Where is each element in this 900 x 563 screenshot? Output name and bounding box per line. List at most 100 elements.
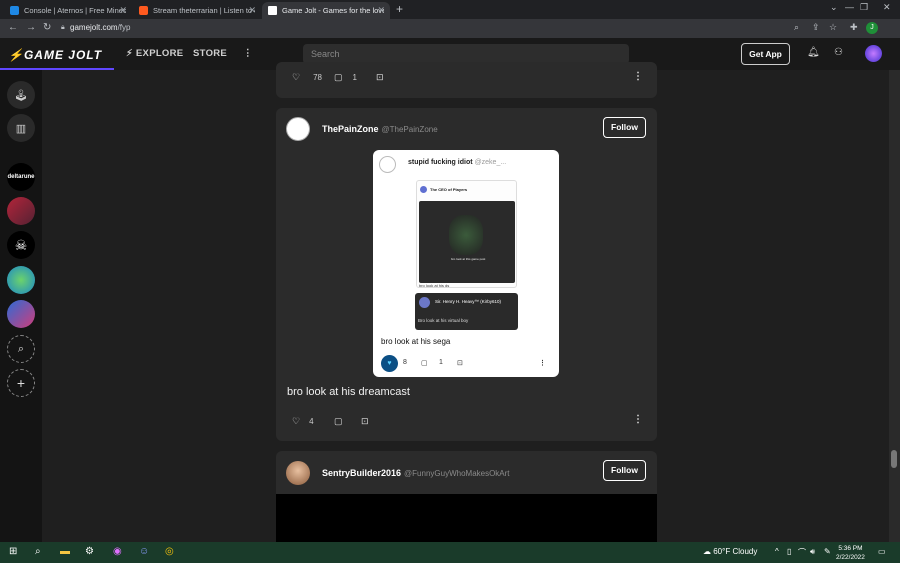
- reload-icon[interactable]: ↻: [43, 22, 51, 33]
- nested-dark-screenshot: bro look at this game post: [419, 201, 515, 283]
- gamejolt-logo[interactable]: ⚡GAME JOLT: [8, 48, 102, 62]
- nav-store[interactable]: STORE: [193, 48, 227, 59]
- more-options-icon[interactable]: ⋮: [633, 414, 643, 425]
- like-button[interactable]: ♡ 78: [292, 72, 322, 83]
- avatar[interactable]: [286, 461, 310, 485]
- minimize-icon[interactable]: —: [845, 2, 854, 12]
- url-domain: gamejolt.com: [70, 23, 118, 32]
- nested-graphic: [449, 215, 483, 255]
- chevron-down-icon[interactable]: ⌄: [830, 2, 838, 13]
- username: SentryBuilder2016: [322, 468, 402, 478]
- new-tab-button[interactable]: +: [396, 2, 403, 16]
- bell-icon[interactable]: 🔔︎: [807, 47, 820, 58]
- nested-small-text: bro look at this game post: [451, 257, 486, 261]
- embed-comment-count: 1: [439, 359, 443, 366]
- nested-username: Sir. Henry H. Heavy™ (Kirby610): [435, 299, 502, 304]
- sidebar-community-skull[interactable]: ☠: [7, 231, 35, 259]
- chrome-icon[interactable]: ◎: [165, 546, 174, 557]
- nested-post-2: Sir. Henry H. Heavy™ (Kirby610) Bro look…: [415, 293, 518, 330]
- battery-icon[interactable]: ▯: [787, 547, 791, 556]
- search-input[interactable]: Search: [303, 44, 629, 64]
- comment-button[interactable]: ▢: [334, 416, 343, 427]
- file-explorer-icon[interactable]: ▬: [60, 546, 70, 557]
- notifications-icon[interactable]: ▭: [878, 547, 886, 556]
- avatar[interactable]: [286, 117, 310, 141]
- maximize-icon[interactable]: ❐: [860, 2, 868, 13]
- sidebar-community-globe[interactable]: [7, 266, 35, 294]
- post-image[interactable]: stupid fucking idiot @zeke_... The CEO of…: [373, 150, 559, 377]
- tab-stream[interactable]: Stream theterrarian | Listen to e ✕: [133, 2, 261, 19]
- post-author[interactable]: ThePainZone @ThePainZone: [322, 124, 438, 134]
- heart-icon: ♡: [292, 416, 301, 426]
- clock-time: 5:36 PM: [838, 545, 863, 552]
- joystick-icon: 🕹︎: [14, 89, 28, 102]
- windows-start-icon[interactable]: ⊞: [9, 546, 17, 557]
- nested-title: The CEO of Players: [430, 187, 468, 192]
- search-icon[interactable]: ⌕: [35, 546, 41, 557]
- logo-text: GAME JOLT: [23, 48, 103, 62]
- weather-widget[interactable]: ☁︎ 60°F Cloudy: [703, 547, 757, 556]
- post-author[interactable]: SentryBuilder2016 @FunnyGuyWhoMakesOkArt: [322, 468, 510, 478]
- follow-button[interactable]: Follow: [603, 460, 646, 481]
- profile-avatar[interactable]: J: [866, 22, 878, 34]
- url-path: /fyp: [117, 23, 131, 32]
- back-icon[interactable]: ←: [8, 22, 18, 33]
- user-avatar[interactable]: [865, 45, 882, 62]
- steam-icon[interactable]: ⚙: [85, 546, 94, 557]
- sticker-button[interactable]: ⊡: [376, 72, 384, 83]
- sidebar-add-community[interactable]: +: [7, 369, 35, 397]
- aternos-favicon: [10, 6, 19, 15]
- address-bar-row: ← → ↻ 🔒︎ gamejolt.com/fyp ⌕ ⇪ ☆ ✚ J: [0, 19, 900, 38]
- sidebar-community-deltarune[interactable]: deltarune: [7, 163, 35, 191]
- lock-icon: 🔒︎: [61, 24, 65, 31]
- scroll-thumb[interactable]: [891, 450, 897, 468]
- more-options-icon[interactable]: ⋮: [633, 71, 643, 82]
- tab-gamejolt[interactable]: Game Jolt - Games for the love o ✕: [262, 2, 390, 19]
- embed-username: stupid fucking idiot: [408, 159, 473, 166]
- embed-handle: @zeke_...: [474, 159, 507, 166]
- tab-title: Console | Aternos | Free Minecraft: [24, 6, 126, 15]
- comment-icon: ▢: [421, 360, 428, 367]
- friends-icon[interactable]: ⚇: [834, 47, 843, 58]
- close-icon[interactable]: ✕: [377, 5, 385, 16]
- close-window-icon[interactable]: ✕: [883, 2, 891, 13]
- forward-icon[interactable]: →: [26, 22, 36, 33]
- sidebar-community[interactable]: [7, 197, 35, 225]
- share-icon[interactable]: ⇪: [812, 22, 820, 33]
- like-count: 78: [313, 73, 322, 82]
- tab-aternos[interactable]: Console | Aternos | Free Minecraft ✕: [4, 2, 132, 19]
- get-app-button[interactable]: Get App: [741, 43, 790, 65]
- stream-favicon: [139, 6, 148, 15]
- clock[interactable]: 5:36 PM 2/22/2022: [836, 544, 865, 562]
- system-tray-icon[interactable]: ^: [775, 547, 779, 556]
- sidebar-community[interactable]: [7, 300, 35, 328]
- post-media[interactable]: [276, 494, 657, 542]
- sidebar-library[interactable]: 🕹︎: [7, 81, 35, 109]
- like-button[interactable]: ♡ 4: [292, 416, 314, 427]
- sticker-button[interactable]: ⊡: [361, 416, 369, 427]
- pen-icon[interactable]: ✎: [824, 547, 831, 556]
- url-field[interactable]: gamejolt.com/fyp: [70, 23, 130, 32]
- volume-icon[interactable]: 🔊︎: [810, 547, 815, 557]
- sidebar-library[interactable]: ▥: [7, 114, 35, 142]
- follow-button[interactable]: Follow: [603, 117, 646, 138]
- nav-explore-label: EXPLORE: [135, 48, 184, 59]
- app-icon[interactable]: ◉: [113, 546, 122, 557]
- page-scrollbar[interactable]: [889, 70, 900, 542]
- star-icon[interactable]: ☆: [829, 22, 837, 33]
- comment-button[interactable]: ▢ 1: [334, 72, 357, 83]
- nested-text: Bro look at his virtual boy: [418, 318, 469, 323]
- network-icon[interactable]: ⌒: [798, 547, 806, 558]
- more-menu-icon[interactable]: ⋮: [243, 48, 253, 59]
- close-icon[interactable]: ✕: [119, 5, 127, 16]
- zoom-icon[interactable]: ⌕: [794, 22, 799, 33]
- extensions-icon[interactable]: ✚: [850, 22, 858, 33]
- taskbar: ⊞ ⌕ ▬ ⚙ ◉ ☺ ◎ ☁︎ 60°F Cloudy ^ ▯ ⌒ 🔊︎ ✎ …: [0, 542, 900, 563]
- discord-icon[interactable]: ☺: [139, 546, 149, 557]
- search-icon: ⌕: [17, 342, 25, 355]
- community-label: deltarune: [7, 174, 35, 180]
- close-icon[interactable]: ✕: [248, 5, 256, 16]
- library-icon: ▥: [15, 122, 27, 135]
- nav-explore[interactable]: ⚡︎ EXPLORE: [126, 48, 183, 59]
- sidebar-discover-communities[interactable]: ⌕: [7, 335, 35, 363]
